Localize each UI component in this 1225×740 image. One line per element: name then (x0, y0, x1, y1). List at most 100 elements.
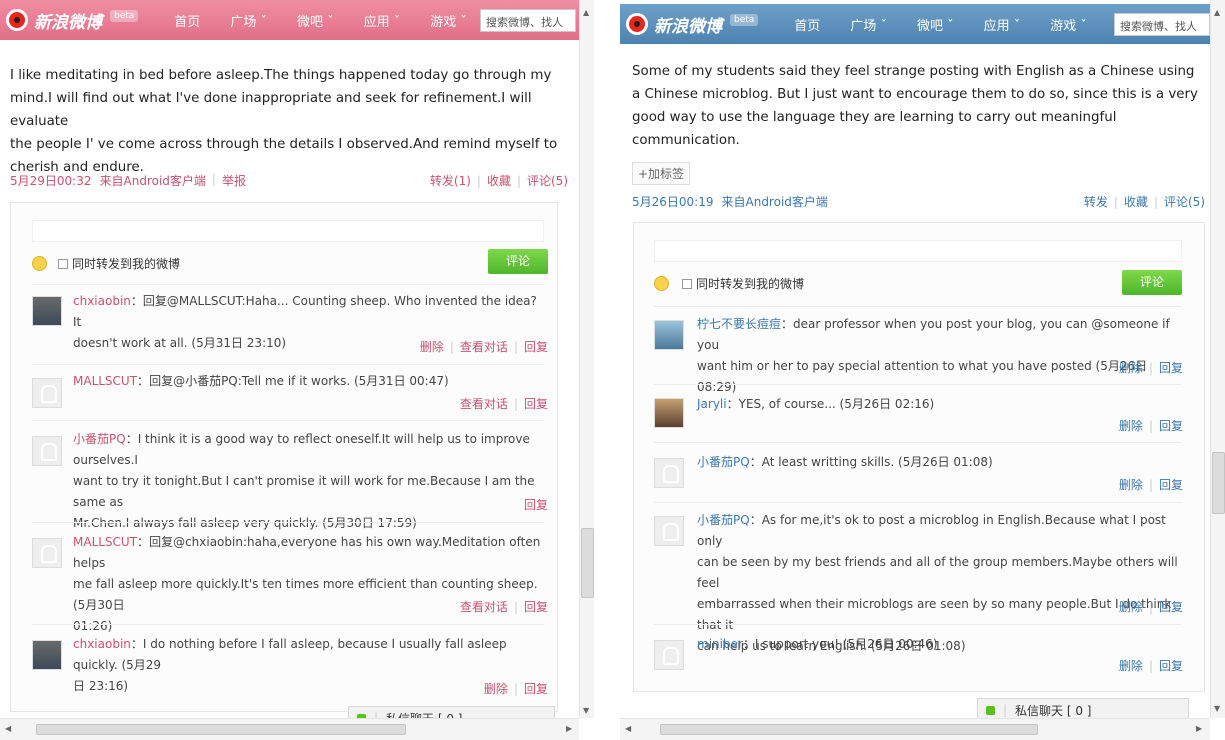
scroll-thumb[interactable] (660, 724, 1038, 735)
avatar[interactable] (654, 320, 684, 350)
horizontal-scrollbar[interactable]: ◀ ▶ (0, 718, 579, 740)
comment-input[interactable] (32, 220, 544, 242)
post-source[interactable]: 来自Android客户端 (100, 172, 206, 189)
smiley-icon[interactable] (32, 256, 47, 271)
scroll-up-arrow[interactable]: ▲ (583, 8, 589, 17)
submit-comment-button[interactable]: 评论 (488, 249, 548, 274)
scroll-right-arrow[interactable]: ▶ (566, 724, 572, 733)
top-nav-bar: 新浪微博 beta 首页 广场 ˇ 微吧 ˇ 应用 ˇ 游戏 ˇ 搜索微博、找人 (620, 4, 1214, 44)
avatar[interactable] (32, 296, 62, 326)
comment-username[interactable]: 小番茄PQ (697, 513, 750, 527)
post-meta: 5月26日00:19 来自Android客户端 (632, 193, 828, 210)
post-source[interactable]: 来自Android客户端 (722, 193, 828, 210)
post-time[interactable]: 5月29日00:32 (10, 172, 92, 189)
search-input[interactable]: 搜索微博、找人 (1114, 13, 1210, 36)
reply-link[interactable]: 回复 (1159, 361, 1183, 375)
scroll-left-arrow[interactable]: ◀ (625, 724, 631, 733)
smiley-icon[interactable] (654, 276, 669, 291)
weibo-logo[interactable]: 新浪微博 beta (0, 0, 139, 40)
scroll-thumb[interactable] (36, 724, 406, 735)
submit-comment-button[interactable]: 评论 (1122, 270, 1182, 295)
comment-username[interactable]: chxiaobin (73, 294, 131, 308)
reply-link[interactable]: 回复 (524, 340, 548, 354)
nav-weiba[interactable]: 微吧 ˇ (917, 15, 954, 34)
delete-link[interactable]: 删除 (420, 340, 444, 354)
comment-username[interactable]: Jaryli (697, 397, 727, 411)
scroll-down-arrow[interactable]: ▼ (1214, 704, 1220, 713)
colon: ： (726, 397, 739, 411)
delete-link[interactable]: 删除 (1119, 659, 1143, 673)
nav-square[interactable]: 广场 ˇ (230, 11, 267, 30)
reply-link[interactable]: 回复 (524, 682, 548, 696)
comment-text: 柠七不要长痘痘：dear professor when you post you… (697, 314, 1187, 398)
comment-username[interactable]: miniber (697, 637, 743, 651)
comment-username[interactable]: chxiaobin (73, 637, 131, 651)
delete-link[interactable]: 删除 (484, 682, 508, 696)
nav-home[interactable]: 首页 (794, 15, 820, 34)
scroll-down-arrow[interactable]: ▼ (583, 706, 589, 715)
report-link[interactable]: 举报 (222, 172, 246, 189)
avatar[interactable] (654, 398, 684, 428)
search-input[interactable]: 搜索微博、找人 (480, 9, 576, 32)
favorite-link[interactable]: 收藏 (1124, 195, 1148, 209)
view-conversation-link[interactable]: 查看对话 (460, 600, 508, 614)
comment-link[interactable]: 评论(5) (527, 174, 568, 188)
nav-apps[interactable]: 应用 ˇ (364, 11, 401, 30)
divider (32, 420, 544, 421)
nav-games[interactable]: 游戏 ˇ (430, 11, 467, 30)
scroll-up-arrow[interactable]: ▲ (1214, 8, 1220, 17)
avatar[interactable] (32, 436, 62, 466)
comment-actions: 删除 | 回复 (1118, 419, 1183, 433)
left-window: 新浪微博 beta 首页 广场 ˇ 微吧 ˇ 应用 ˇ 游戏 ˇ 搜索微博、找人… (0, 0, 598, 740)
horizontal-scrollbar[interactable]: ◀ ▶ (620, 718, 1210, 740)
weibo-logo[interactable]: 新浪微博 beta (620, 4, 759, 44)
comment-username[interactable]: 小番茄PQ (73, 432, 126, 446)
repost-link[interactable]: 转发(1) (430, 174, 471, 188)
reply-link[interactable]: 回复 (1159, 478, 1183, 492)
scroll-thumb[interactable] (1212, 452, 1225, 514)
view-conversation-link[interactable]: 查看对话 (460, 340, 508, 354)
comment-username[interactable]: MALLSCUT (73, 374, 137, 388)
delete-link[interactable]: 删除 (1119, 419, 1143, 433)
nav-apps[interactable]: 应用 ˇ (984, 15, 1021, 34)
scroll-thumb[interactable] (581, 528, 594, 598)
chat-label: 私信聊天 [ 0 ] (1015, 703, 1092, 718)
repost-link[interactable]: 转发 (1084, 195, 1108, 209)
comment-link[interactable]: 评论(5) (1164, 195, 1205, 209)
reply-link[interactable]: 回复 (524, 397, 548, 411)
nav-home[interactable]: 首页 (174, 11, 200, 30)
comment-username[interactable]: 小番茄PQ (697, 455, 750, 469)
comment-input[interactable] (654, 240, 1182, 262)
avatar[interactable] (654, 516, 684, 546)
favorite-link[interactable]: 收藏 (487, 174, 511, 188)
vertical-scrollbar[interactable]: ▲ ▼ (1210, 0, 1225, 718)
scroll-right-arrow[interactable]: ▶ (1196, 724, 1202, 733)
avatar[interactable] (32, 640, 62, 670)
avatar[interactable] (32, 538, 62, 568)
delete-link[interactable]: 删除 (1119, 600, 1143, 614)
avatar[interactable] (654, 640, 684, 670)
repost-checkbox[interactable] (58, 259, 68, 269)
delete-link[interactable]: 删除 (1119, 361, 1143, 375)
comment-username[interactable]: MALLSCUT (73, 535, 137, 549)
delete-link[interactable]: 删除 (1119, 478, 1143, 492)
reply-link[interactable]: 回复 (524, 498, 548, 512)
scroll-left-arrow[interactable]: ◀ (5, 724, 11, 733)
reply-link[interactable]: 回复 (1159, 600, 1183, 614)
repost-checkbox[interactable] (682, 279, 692, 289)
avatar[interactable] (654, 458, 684, 488)
reply-link[interactable]: 回复 (1159, 419, 1183, 433)
colon: ： (749, 455, 762, 469)
nav-weiba[interactable]: 微吧 ˇ (297, 11, 334, 30)
comment-line: I support you! (5月26日 00:46) (754, 637, 938, 651)
avatar[interactable] (32, 378, 62, 408)
nav-games[interactable]: 游戏 ˇ (1050, 15, 1087, 34)
reply-link[interactable]: 回复 (524, 600, 548, 614)
reply-link[interactable]: 回复 (1159, 659, 1183, 673)
nav-square[interactable]: 广场 ˇ (850, 15, 887, 34)
view-conversation-link[interactable]: 查看对话 (460, 397, 508, 411)
post-time[interactable]: 5月26日00:19 (632, 193, 714, 210)
add-tag-button[interactable]: +加标签 (632, 162, 691, 185)
comment-username[interactable]: 柠七不要长痘痘 (697, 317, 781, 331)
vertical-scrollbar[interactable]: ▲ ▼ (579, 0, 594, 718)
